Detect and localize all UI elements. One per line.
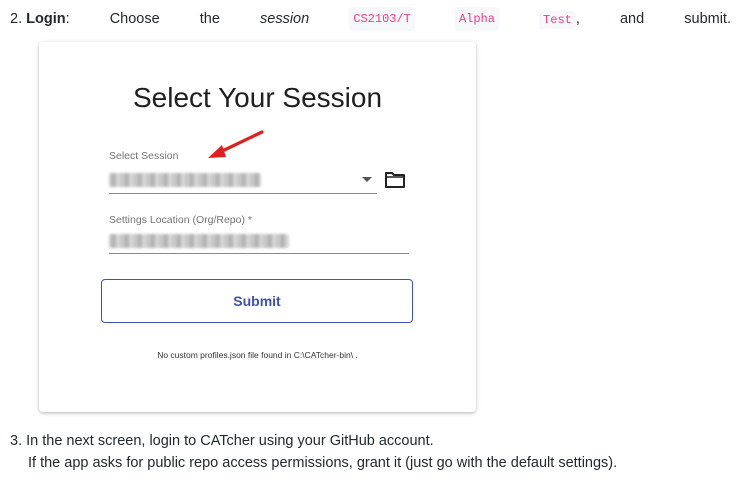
step-2-word: submit. xyxy=(684,11,731,27)
step-2-comma: , xyxy=(575,10,580,27)
session-card: Select Your Session Select Session Setti… xyxy=(39,42,476,412)
step-2-word: the xyxy=(199,11,220,27)
red-arrow-icon xyxy=(208,130,264,158)
step-2-bold-label: Login xyxy=(26,11,66,27)
session-field-underline xyxy=(109,193,377,194)
session-code-2: Alpha xyxy=(454,7,499,31)
session-select-value[interactable] xyxy=(109,173,261,187)
profiles-note: No custom profiles.json file found in C:… xyxy=(157,350,358,360)
step-3-line-1: 3. In the next screen, login to CATcher … xyxy=(10,433,434,449)
step-2-number: 2. xyxy=(10,11,23,27)
step-2-instruction: 2. Login: Choose the session CS2103/T Al… xyxy=(10,7,731,31)
step-3-line-2: If the app asks for public repo access p… xyxy=(28,455,618,471)
settings-field-label: Settings Location (Org/Repo) * xyxy=(109,214,252,226)
folder-icon[interactable] xyxy=(384,171,406,189)
submit-button[interactable]: Submit xyxy=(101,279,413,323)
step-2-word: Choose xyxy=(109,11,160,27)
step-2-colon: : xyxy=(65,11,70,27)
session-code-3: Test xyxy=(539,10,576,29)
step-2-em-word: session xyxy=(260,11,310,27)
session-code-1: CS2103/T xyxy=(349,7,415,31)
settings-location-value[interactable] xyxy=(109,234,289,248)
settings-field-underline xyxy=(109,253,409,254)
step-2-word: and xyxy=(619,11,645,27)
step-3-instruction: 3. In the next screen, login to CATcher … xyxy=(10,430,617,474)
card-title: Select Your Session xyxy=(132,82,383,113)
caret-down-icon[interactable] xyxy=(362,177,372,182)
session-field-label: Select Session xyxy=(109,150,179,162)
step-2-code-end: Test, xyxy=(539,9,580,30)
step-2-lead: 2. Login: xyxy=(10,9,70,29)
